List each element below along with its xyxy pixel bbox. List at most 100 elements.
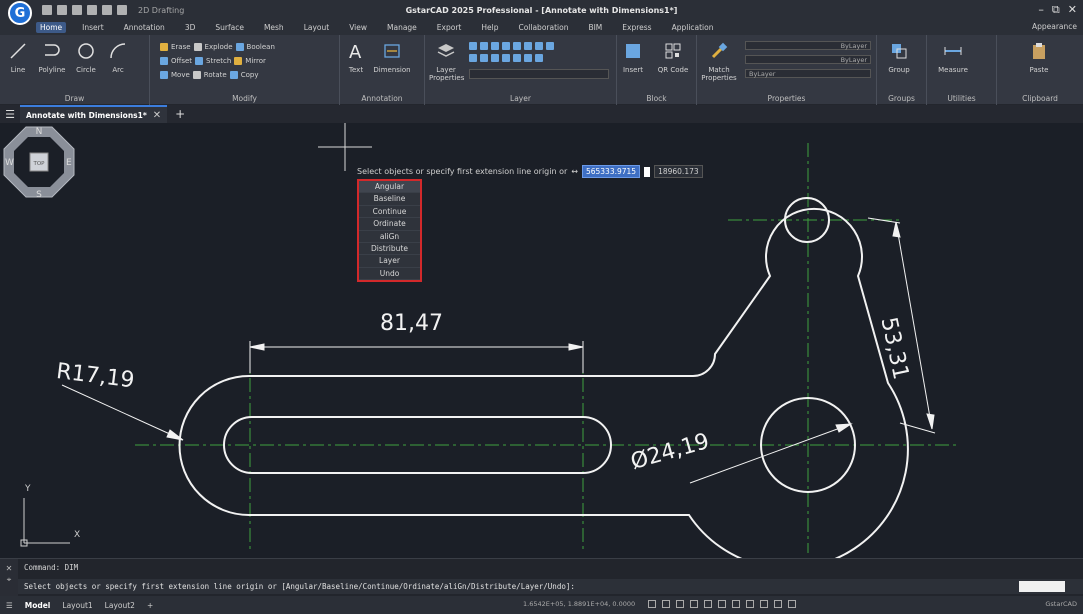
text-button[interactable]: A Text bbox=[342, 41, 370, 74]
insert-button[interactable]: Insert bbox=[619, 41, 647, 74]
lineweight-dropdown[interactable]: ByLayer bbox=[745, 69, 871, 78]
circle-button[interactable]: Circle bbox=[72, 41, 100, 74]
customize-command-line-icon[interactable]: ⌖ bbox=[0, 574, 18, 585]
new-tab-button[interactable]: + bbox=[175, 107, 185, 121]
layer-tool-icon[interactable] bbox=[469, 54, 477, 62]
layer-tool-icon[interactable] bbox=[502, 42, 510, 50]
appearance-menu[interactable]: Appearance bbox=[1032, 22, 1077, 31]
layer-tool-icon[interactable] bbox=[535, 42, 543, 50]
lineweight-toggle-icon[interactable] bbox=[732, 600, 740, 608]
match-properties-button[interactable]: Match Properties bbox=[699, 41, 739, 82]
settings-icon[interactable] bbox=[788, 600, 796, 608]
tab-view[interactable]: View bbox=[345, 22, 371, 33]
layer-tool-icon[interactable] bbox=[491, 42, 499, 50]
transparency-toggle-icon[interactable] bbox=[746, 600, 754, 608]
layer-tool-icon[interactable] bbox=[546, 42, 554, 50]
menu-option-distribute[interactable]: Distribute bbox=[359, 243, 420, 256]
menu-option-angular[interactable]: Angular bbox=[359, 181, 420, 194]
grid-toggle-icon[interactable] bbox=[648, 600, 656, 608]
x-coordinate-input[interactable]: 565333.9715 bbox=[581, 165, 641, 178]
boolean-button[interactable]: Boolean bbox=[247, 43, 275, 51]
tab-collaboration[interactable]: Collaboration bbox=[514, 22, 572, 33]
menu-option-undo[interactable]: Undo bbox=[359, 268, 420, 281]
minimize-button[interactable]: – bbox=[1038, 3, 1044, 17]
stretch-button[interactable]: Stretch bbox=[206, 57, 231, 65]
compass-south-label[interactable]: S bbox=[36, 190, 42, 200]
compass-north-label[interactable]: N bbox=[36, 127, 43, 137]
tab-help[interactable]: Help bbox=[477, 22, 502, 33]
add-layout-button[interactable]: + bbox=[141, 601, 159, 610]
layer-tool-icon[interactable] bbox=[513, 42, 521, 50]
tab-layout[interactable]: Layout bbox=[300, 22, 334, 33]
layer-tool-icon[interactable] bbox=[469, 42, 477, 50]
linear-dimension-text[interactable]: 81,47 bbox=[380, 311, 443, 336]
layer-tool-icon[interactable] bbox=[513, 54, 521, 62]
close-tab-icon[interactable]: ✕ bbox=[153, 110, 161, 121]
polyline-button[interactable]: Polyline bbox=[38, 41, 66, 74]
qr-code-button[interactable]: QR Code bbox=[657, 41, 689, 74]
layout1-tab[interactable]: Layout1 bbox=[56, 601, 98, 610]
arc-button[interactable]: Arc bbox=[104, 41, 132, 74]
paste-button[interactable]: Paste bbox=[1025, 41, 1053, 74]
command-input[interactable]: Select objects or specify first extensio… bbox=[18, 579, 1083, 594]
copy-button[interactable]: Copy bbox=[241, 71, 259, 79]
options-arrow-icon[interactable]: ↔ bbox=[571, 167, 578, 176]
layer-tool-icon[interactable] bbox=[480, 54, 488, 62]
model-tab[interactable]: Model bbox=[19, 601, 57, 610]
tab-express[interactable]: Express bbox=[618, 22, 655, 33]
layout-menu-icon[interactable]: ☰ bbox=[0, 601, 19, 610]
layer-tool-icon[interactable] bbox=[535, 54, 543, 62]
command-line-handle[interactable]: ✕ ⌖ bbox=[0, 559, 18, 597]
tab-bim[interactable]: BIM bbox=[584, 22, 606, 33]
layer-tool-icon[interactable] bbox=[502, 54, 510, 62]
layer-tool-icon[interactable] bbox=[491, 54, 499, 62]
color-dropdown[interactable]: ByLayer bbox=[745, 41, 871, 50]
layer-dropdown[interactable] bbox=[469, 69, 609, 79]
layer-tool-icon[interactable] bbox=[480, 42, 488, 50]
layer-tool-icon[interactable] bbox=[524, 54, 532, 62]
move-button[interactable]: Move bbox=[171, 71, 190, 79]
menu-option-ordinate[interactable]: Ordinate bbox=[359, 218, 420, 231]
tab-home[interactable]: Home bbox=[36, 22, 67, 33]
tab-surface[interactable]: Surface bbox=[211, 22, 248, 33]
tab-3d[interactable]: 3D bbox=[181, 22, 200, 33]
menu-option-baseline[interactable]: Baseline bbox=[359, 193, 420, 206]
linetype-dropdown[interactable]: ByLayer bbox=[745, 55, 871, 64]
ortho-toggle-icon[interactable] bbox=[676, 600, 684, 608]
app-logo[interactable]: G bbox=[8, 1, 32, 25]
otrack-toggle-icon[interactable] bbox=[718, 600, 726, 608]
mirror-button[interactable]: Mirror bbox=[245, 57, 266, 65]
explode-button[interactable]: Explode bbox=[205, 43, 233, 51]
erase-button[interactable]: Erase bbox=[171, 43, 191, 51]
menu-option-continue[interactable]: Continue bbox=[359, 206, 420, 219]
dimension-button[interactable]: Dimension bbox=[372, 41, 412, 74]
viewcube[interactable]: TOP N S W E bbox=[0, 123, 78, 201]
y-coordinate-input[interactable]: 18960.173 bbox=[654, 165, 703, 178]
compass-west-label[interactable]: W bbox=[5, 158, 14, 168]
close-button[interactable]: ✕ bbox=[1068, 3, 1077, 17]
menu-option-align[interactable]: aliGn bbox=[359, 231, 420, 243]
document-tab-active[interactable]: Annotate with Dimensions1* ✕ bbox=[20, 105, 168, 123]
tab-insert[interactable]: Insert bbox=[78, 22, 108, 33]
tab-annotation[interactable]: Annotation bbox=[120, 22, 169, 33]
polar-toggle-icon[interactable] bbox=[690, 600, 698, 608]
compass-east-label[interactable]: E bbox=[66, 158, 72, 168]
tab-manage[interactable]: Manage bbox=[383, 22, 421, 33]
menu-option-layer[interactable]: Layer bbox=[359, 255, 420, 268]
offset-button[interactable]: Offset bbox=[171, 57, 192, 65]
layer-properties-button[interactable]: Layer Properties bbox=[429, 41, 464, 82]
tab-export[interactable]: Export bbox=[433, 22, 466, 33]
close-command-line-icon[interactable]: ✕ bbox=[0, 563, 18, 574]
osnap-toggle-icon[interactable] bbox=[704, 600, 712, 608]
file-tabs-menu-icon[interactable]: ☰ bbox=[0, 108, 20, 121]
measure-button[interactable]: Measure bbox=[935, 41, 971, 74]
annotation-scale-icon[interactable] bbox=[760, 600, 768, 608]
layer-tool-icon[interactable] bbox=[524, 42, 532, 50]
workspace-icon[interactable] bbox=[774, 600, 782, 608]
drawing-canvas[interactable]: 81,47 R17,19 53,31 Ø24,19 Select objects… bbox=[0, 123, 1083, 558]
layout2-tab[interactable]: Layout2 bbox=[99, 601, 141, 610]
group-button[interactable]: Group bbox=[885, 41, 913, 74]
rotate-button[interactable]: Rotate bbox=[204, 71, 227, 79]
tab-application[interactable]: Application bbox=[668, 22, 718, 33]
tab-mesh[interactable]: Mesh bbox=[260, 22, 288, 33]
